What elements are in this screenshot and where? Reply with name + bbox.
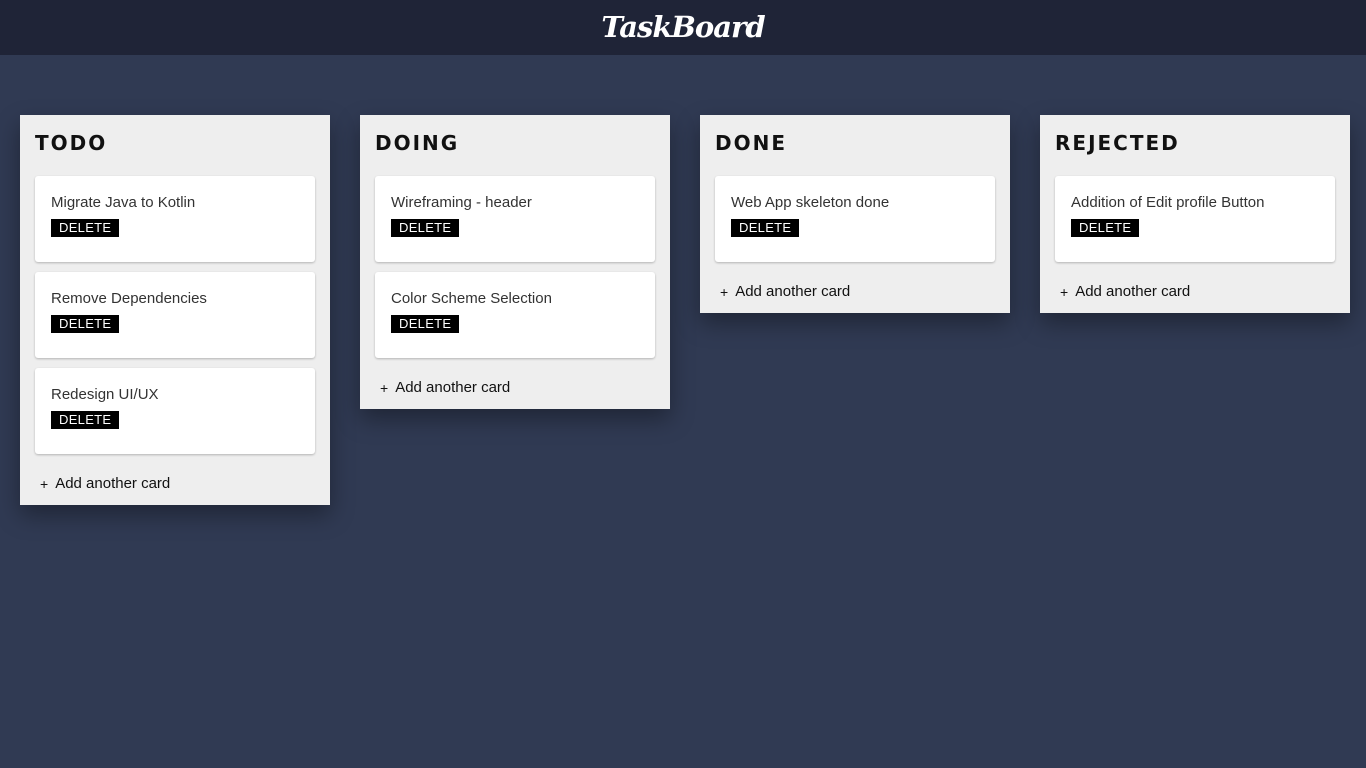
plus-icon: + xyxy=(1060,283,1069,300)
card[interactable]: Web App skeleton done DELETE xyxy=(715,176,995,262)
card[interactable]: Migrate Java to Kotlin DELETE xyxy=(35,176,315,262)
delete-button[interactable]: DELETE xyxy=(391,219,460,237)
add-card-label: Add another card xyxy=(735,283,851,300)
add-card-label: Add another card xyxy=(55,475,171,492)
list-title: TODO xyxy=(35,131,108,155)
card-title: Web App skeleton done xyxy=(731,194,890,211)
add-card-button[interactable]: + Add another card xyxy=(715,270,995,313)
app-header: TaskBoard xyxy=(0,0,1366,55)
card[interactable]: Remove Dependencies DELETE xyxy=(35,272,315,358)
card[interactable]: Color Scheme Selection DELETE xyxy=(375,272,655,358)
card[interactable]: Addition of Edit profile Button DELETE xyxy=(1055,176,1335,262)
delete-button[interactable]: DELETE xyxy=(391,315,460,333)
list-rejected: REJECTED Addition of Edit profile Button… xyxy=(1040,115,1350,313)
card[interactable]: Redesign UI/UX DELETE xyxy=(35,368,315,454)
delete-button[interactable]: DELETE xyxy=(51,411,120,429)
add-card-button[interactable]: + Add another card xyxy=(1055,270,1335,313)
list-doing: DOING Wireframing - header DELETE Color … xyxy=(360,115,670,409)
card-title: Migrate Java to Kotlin xyxy=(51,194,196,211)
card[interactable]: Wireframing - header DELETE xyxy=(375,176,655,262)
delete-button[interactable]: DELETE xyxy=(731,219,800,237)
list-todo: TODO Migrate Java to Kotlin DELETE Remov… xyxy=(20,115,330,505)
app-logo: TaskBoard xyxy=(601,9,765,44)
list-done: DONE Web App skeleton done DELETE + Add … xyxy=(700,115,1010,313)
delete-button[interactable]: DELETE xyxy=(51,219,120,237)
card-title: Wireframing - header xyxy=(391,194,532,211)
delete-button[interactable]: DELETE xyxy=(1071,219,1140,237)
plus-icon: + xyxy=(40,475,49,492)
plus-icon: + xyxy=(720,283,729,300)
card-title: Addition of Edit profile Button xyxy=(1071,194,1265,211)
add-card-button[interactable]: + Add another card xyxy=(35,462,315,505)
list-title: DOING xyxy=(375,131,460,155)
add-card-button[interactable]: + Add another card xyxy=(375,366,655,409)
add-card-label: Add another card xyxy=(395,379,511,396)
list-title: DONE xyxy=(715,131,788,155)
card-title: Remove Dependencies xyxy=(51,290,207,307)
add-card-label: Add another card xyxy=(1075,283,1191,300)
plus-icon: + xyxy=(380,379,389,396)
board: TODO Migrate Java to Kotlin DELETE Remov… xyxy=(20,115,1350,505)
delete-button[interactable]: DELETE xyxy=(51,315,120,333)
list-title: REJECTED xyxy=(1055,131,1180,155)
card-title: Color Scheme Selection xyxy=(391,290,552,307)
card-title: Redesign UI/UX xyxy=(51,386,159,403)
